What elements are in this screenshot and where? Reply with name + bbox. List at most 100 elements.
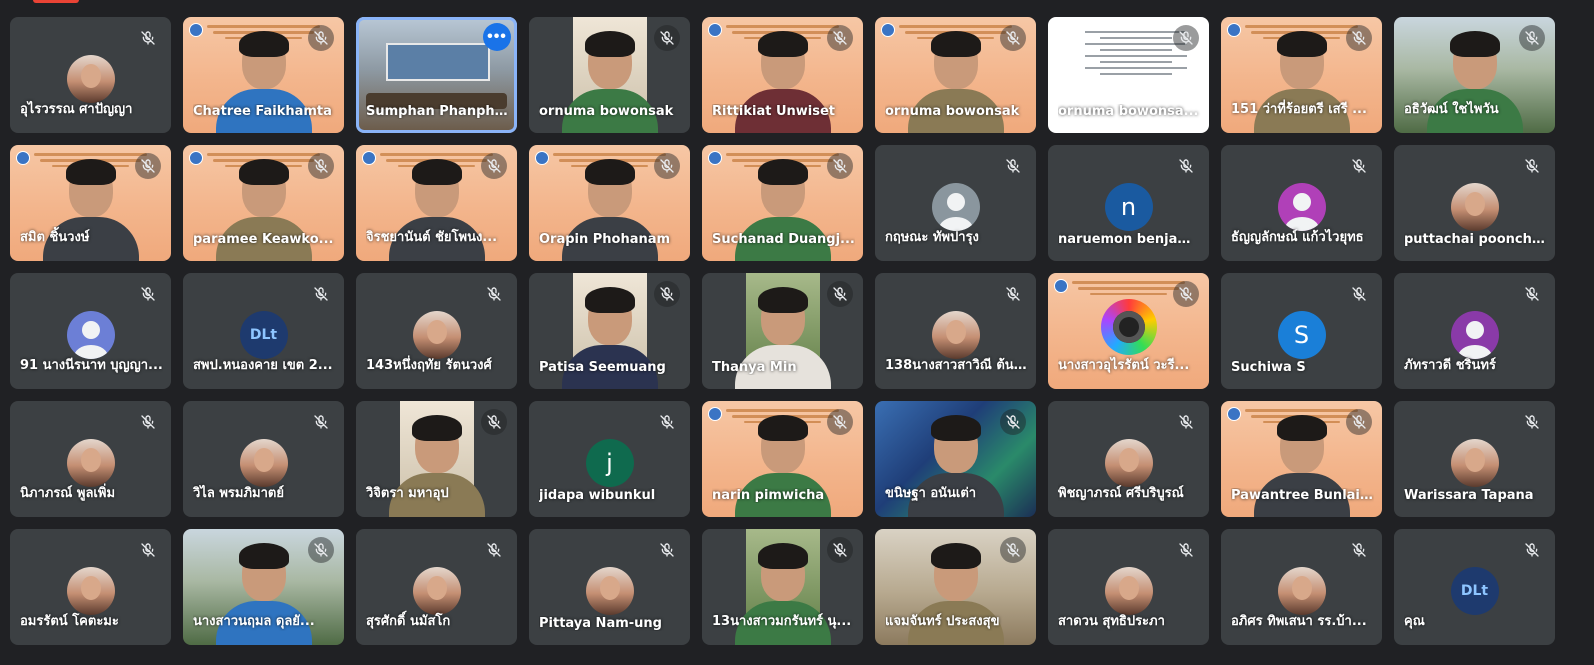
participant-tile[interactable]: ornuma bowonsak [529, 17, 690, 133]
mic-off-icon[interactable] [1519, 281, 1545, 307]
mic-off-icon[interactable] [654, 537, 680, 563]
participant-tile[interactable]: DLt คุณ [1394, 529, 1555, 645]
mic-off-icon[interactable] [1346, 281, 1372, 307]
participant-tile[interactable]: 138นางสาวสาวิณี ต้น... [875, 273, 1036, 389]
mic-off-icon[interactable] [1173, 25, 1199, 51]
mic-off-icon[interactable] [1000, 281, 1026, 307]
participant-name: puttachai poonchai... [1404, 232, 1547, 247]
participant-tile[interactable]: Rittikiat Unwiset [702, 17, 863, 133]
mic-off-icon[interactable] [654, 281, 680, 307]
mic-off-icon[interactable] [654, 153, 680, 179]
mic-off-icon[interactable] [135, 153, 161, 179]
participant-name: naruemon benjamat [1058, 232, 1201, 247]
mic-off-icon[interactable] [481, 409, 507, 435]
participant-tile[interactable]: Pawantree Bunlaing [1221, 401, 1382, 517]
participant-tile[interactable]: narin pimwicha [702, 401, 863, 517]
mic-off-icon[interactable] [1346, 537, 1372, 563]
participant-tile[interactable]: Orapin Phohanam [529, 145, 690, 261]
mic-off-icon[interactable] [481, 153, 507, 179]
participant-tile[interactable]: สมิต ชิ้นวงษ์ [10, 145, 171, 261]
mic-off-icon[interactable] [1173, 153, 1199, 179]
participant-name: ornuma bowonsa... [1058, 104, 1199, 119]
participant-tile[interactable]: DLt สพป.หนองคาย เขต 2... [183, 273, 344, 389]
more-options-button[interactable]: ••• [483, 23, 511, 51]
mic-off-icon[interactable] [481, 281, 507, 307]
participant-tile[interactable]: นางสาวอุไรรัตน์ วะรี... [1048, 273, 1209, 389]
mic-off-icon[interactable] [308, 537, 334, 563]
mic-off-icon[interactable] [1000, 25, 1026, 51]
participant-tile[interactable]: Chatree Faikhamta [183, 17, 344, 133]
participant-tile[interactable]: ภัทราวดี ชรินทร์ [1394, 273, 1555, 389]
mic-off-icon[interactable] [1519, 25, 1545, 51]
mic-off-icon[interactable] [827, 537, 853, 563]
participant-tile[interactable]: 143หนึ่งฤทัย รัตนวงศ์ [356, 273, 517, 389]
participant-tile[interactable]: อุไรวรรณ ศาปัญญา [10, 17, 171, 133]
participant-tile[interactable]: นางสาวนฤมล ดุลยั... [183, 529, 344, 645]
participant-tile[interactable]: จิรชยานันต์ ชัยโพนง... [356, 145, 517, 261]
mic-off-icon[interactable] [827, 153, 853, 179]
top-accent-bar [33, 0, 79, 3]
participant-tile[interactable]: นิภาภรณ์ พูลเพิ่ม [10, 401, 171, 517]
mic-off-icon[interactable] [1346, 409, 1372, 435]
mic-off-icon[interactable] [308, 409, 334, 435]
mic-off-icon[interactable] [308, 281, 334, 307]
participant-tile[interactable]: วิจิตรา มหาอุป [356, 401, 517, 517]
participant-tile[interactable]: ธัญญลักษณ์ แก้วไวยุทธ [1221, 145, 1382, 261]
mic-off-icon[interactable] [308, 153, 334, 179]
mic-off-icon[interactable] [1519, 409, 1545, 435]
participant-tile[interactable]: วิไล พรมภิมาตย์ [183, 401, 344, 517]
mic-off-icon[interactable] [1173, 537, 1199, 563]
participant-tile[interactable]: อมรรัตน์ โคตะมะ [10, 529, 171, 645]
participant-tile[interactable]: puttachai poonchai... [1394, 145, 1555, 261]
participant-tile[interactable]: กฤษณะ ทัพปารุง [875, 145, 1036, 261]
participant-tile[interactable]: Patisa Seemuang [529, 273, 690, 389]
participant-tile[interactable]: n naruemon benjamat [1048, 145, 1209, 261]
mic-off-icon[interactable] [1173, 281, 1199, 307]
organization-logo-icon [362, 151, 376, 165]
participant-tile[interactable]: พิชญาภรณ์ ศรีบริบูรณ์ [1048, 401, 1209, 517]
mic-off-icon[interactable] [1346, 153, 1372, 179]
mic-off-icon[interactable] [135, 25, 161, 51]
participant-name: Suchanad Duangj... [712, 232, 855, 247]
participant-tile[interactable]: Thanya Min [702, 273, 863, 389]
mic-off-icon[interactable] [1519, 153, 1545, 179]
mic-off-icon[interactable] [827, 281, 853, 307]
participant-name: 143หนึ่งฤทัย รัตนวงศ์ [366, 358, 492, 373]
mic-off-icon[interactable] [481, 537, 507, 563]
mic-off-icon[interactable] [135, 281, 161, 307]
mic-off-icon[interactable] [827, 25, 853, 51]
participant-tile[interactable]: อธิวัฒน์ ใชไพวัน [1394, 17, 1555, 133]
mic-off-icon[interactable] [827, 409, 853, 435]
profile-photo-avatar [1104, 439, 1153, 487]
participant-tile[interactable]: 13นางสาวมกรันทร์ นุ... [702, 529, 863, 645]
participant-tile[interactable]: Pittaya Nam-ung [529, 529, 690, 645]
mic-off-icon[interactable] [1173, 409, 1199, 435]
participant-tile[interactable]: S Suchiwa S [1221, 273, 1382, 389]
participant-tile[interactable]: paramee Keawko... [183, 145, 344, 261]
mic-off-icon[interactable] [135, 537, 161, 563]
participant-tile[interactable]: 91 นางนีรนาท บุญญา... [10, 273, 171, 389]
participant-tile[interactable]: 151 ว่าที่ร้อยตรี เสรี ... [1221, 17, 1382, 133]
participant-tile[interactable]: ornuma bowonsak [875, 17, 1036, 133]
mic-off-icon[interactable] [1000, 409, 1026, 435]
mic-off-icon[interactable] [654, 409, 680, 435]
mic-off-icon[interactable] [1000, 537, 1026, 563]
mic-off-icon[interactable] [654, 25, 680, 51]
participant-tile[interactable]: Suchanad Duangj... [702, 145, 863, 261]
mic-off-icon[interactable] [1000, 153, 1026, 179]
participant-tile[interactable]: สาดวน สุทธิประภา [1048, 529, 1209, 645]
participant-tile[interactable]: ขนิษฐา อนันเต่า [875, 401, 1036, 517]
participant-name: 91 นางนีรนาท บุญญา... [20, 358, 163, 373]
participant-tile[interactable]: j jidapa wibunkul [529, 401, 690, 517]
participant-name: สาดวน สุทธิประภา [1058, 614, 1165, 629]
mic-off-icon[interactable] [1346, 25, 1372, 51]
mic-off-icon[interactable] [1519, 537, 1545, 563]
participant-tile[interactable]: ••• Sumphan Phanphi... [356, 17, 517, 133]
participant-tile[interactable]: แจมจันทร์ ประสงสุข [875, 529, 1036, 645]
mic-off-icon[interactable] [135, 409, 161, 435]
participant-tile[interactable]: Warissara Tapana [1394, 401, 1555, 517]
participant-tile[interactable]: ornuma bowonsa... [1048, 17, 1209, 133]
participant-tile[interactable]: อภิศร ทิพเสนา รร.บ้า... [1221, 529, 1382, 645]
mic-off-icon[interactable] [308, 25, 334, 51]
participant-tile[interactable]: สุรศักดิ์ นมัสโก [356, 529, 517, 645]
